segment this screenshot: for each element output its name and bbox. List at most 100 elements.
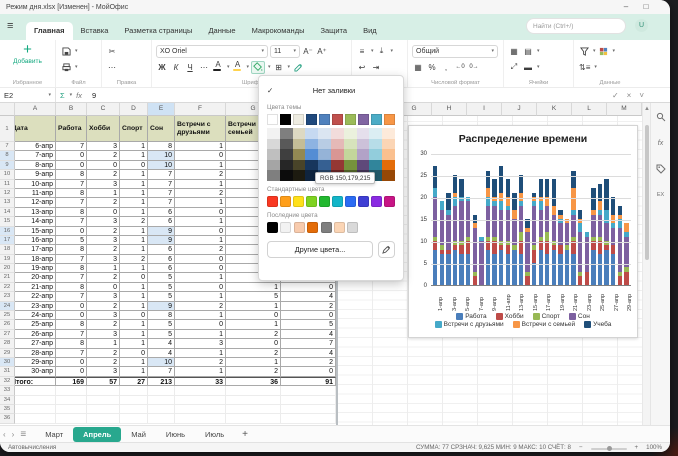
cell[interactable]: 2 bbox=[226, 349, 281, 358]
sheet-tab[interactable]: Апрель bbox=[73, 427, 121, 442]
header-cell[interactable]: Работа bbox=[56, 116, 87, 142]
fill-color-caret-icon[interactable]: ▾ bbox=[268, 64, 271, 70]
tint-swatch[interactable] bbox=[344, 160, 357, 171]
tint-swatch[interactable] bbox=[318, 160, 331, 171]
theme-color-swatch[interactable] bbox=[384, 114, 395, 125]
row-number[interactable]: 36 bbox=[0, 414, 15, 423]
cell[interactable]: 8 bbox=[56, 208, 87, 217]
cell[interactable]: 1 bbox=[120, 264, 148, 273]
cell[interactable]: 1 bbox=[175, 198, 226, 207]
tint-swatch[interactable] bbox=[267, 149, 280, 160]
cell[interactable]: 25-апр bbox=[15, 320, 56, 329]
print-caret-icon[interactable]: ▾ bbox=[75, 64, 78, 70]
no-fill-option[interactable]: ✓ Нет заливки bbox=[267, 82, 395, 99]
cell[interactable]: 5 bbox=[56, 236, 87, 245]
maximize-button[interactable]: □ bbox=[640, 2, 652, 11]
cell[interactable]: 7 bbox=[148, 367, 175, 376]
total-cell[interactable]: 57 bbox=[87, 377, 120, 386]
tint-swatch[interactable] bbox=[382, 149, 395, 160]
cell[interactable]: 7 bbox=[56, 273, 87, 282]
row-number[interactable]: 26 bbox=[0, 320, 15, 329]
standard-color-swatch[interactable] bbox=[293, 196, 304, 207]
decrease-font-icon[interactable]: A⁻ bbox=[302, 45, 314, 58]
tint-swatch[interactable] bbox=[357, 128, 370, 139]
row-number[interactable]: 9 bbox=[0, 161, 15, 170]
theme-color-swatch[interactable] bbox=[280, 114, 291, 125]
zoom-in-icon[interactable]: + bbox=[635, 444, 639, 451]
column-header[interactable]: B bbox=[56, 103, 87, 116]
font-size-select[interactable]: 11▾ bbox=[270, 45, 300, 58]
other-colors-button[interactable]: Другие цвета... bbox=[267, 241, 373, 258]
percent-format-icon[interactable]: % bbox=[426, 61, 438, 74]
menu-tab[interactable]: Защита bbox=[312, 22, 355, 40]
header-cell[interactable]: Встречи сдрузьями bbox=[175, 116, 226, 142]
cell[interactable]: 1 bbox=[175, 367, 226, 376]
cell[interactable]: 2 bbox=[87, 245, 120, 254]
standard-color-swatch[interactable] bbox=[371, 196, 382, 207]
cell[interactable]: 13-апр bbox=[15, 208, 56, 217]
tint-swatch[interactable] bbox=[267, 170, 280, 181]
row-number[interactable]: 28 bbox=[0, 339, 15, 348]
cell[interactable]: 1 bbox=[175, 180, 226, 189]
recent-color-swatch[interactable] bbox=[347, 222, 358, 233]
theme-color-swatch[interactable] bbox=[306, 114, 317, 125]
underline-button[interactable]: Ч bbox=[184, 61, 196, 74]
cell[interactable]: 2 bbox=[175, 302, 226, 311]
cell[interactable]: 24-апр bbox=[15, 311, 56, 320]
cell[interactable] bbox=[120, 414, 148, 423]
row-number[interactable]: 11 bbox=[0, 180, 15, 189]
merge-cells-icon[interactable]: ▦ bbox=[508, 45, 520, 58]
cell[interactable]: 26-апр bbox=[15, 330, 56, 339]
recent-color-swatch[interactable] bbox=[280, 222, 291, 233]
chart[interactable]: Распределение времени 051015202530 1-апр… bbox=[408, 125, 638, 338]
cell[interactable]: 27-апр bbox=[15, 339, 56, 348]
cell[interactable]: 21-апр bbox=[15, 283, 56, 292]
currency-format-icon[interactable]: ▦ bbox=[412, 61, 424, 74]
tint-swatch[interactable] bbox=[280, 160, 293, 171]
column-header[interactable]: D bbox=[120, 103, 148, 116]
theme-color-swatch[interactable] bbox=[358, 114, 369, 125]
cell[interactable]: 7 bbox=[148, 198, 175, 207]
cell[interactable]: 1 bbox=[87, 189, 120, 198]
cell[interactable]: 7 bbox=[56, 198, 87, 207]
row-number[interactable]: 14 bbox=[0, 208, 15, 217]
cell[interactable]: 6 bbox=[148, 217, 175, 226]
column-header[interactable]: A bbox=[15, 103, 56, 116]
cell[interactable]: 1 bbox=[175, 217, 226, 226]
cell[interactable] bbox=[56, 396, 87, 405]
tint-swatch[interactable] bbox=[382, 128, 395, 139]
cell[interactable]: 2 bbox=[175, 358, 226, 367]
cell[interactable]: 2 bbox=[175, 245, 226, 254]
cell[interactable]: 5 bbox=[281, 320, 336, 329]
tint-swatch[interactable] bbox=[267, 139, 280, 150]
column-header[interactable]: H bbox=[432, 103, 467, 116]
cell[interactable]: 7 bbox=[56, 255, 87, 264]
cell[interactable]: 18-апр bbox=[15, 255, 56, 264]
cell[interactable] bbox=[120, 396, 148, 405]
add-sheet-button[interactable]: + bbox=[242, 429, 248, 440]
indent-icon[interactable]: ⇥ bbox=[370, 61, 382, 74]
cell[interactable]: 3 bbox=[175, 339, 226, 348]
decrease-decimal-icon[interactable]: ←0 bbox=[454, 61, 466, 74]
cell[interactable]: 2 bbox=[120, 255, 148, 264]
cell[interactable]: 2 bbox=[87, 320, 120, 329]
cell[interactable]: 2 bbox=[175, 189, 226, 198]
spellcheck-icon[interactable]: ЕХ bbox=[655, 189, 667, 201]
cell[interactable]: 1 bbox=[226, 358, 281, 367]
cell[interactable]: 2 bbox=[281, 358, 336, 367]
next-sheet-icon[interactable]: › bbox=[12, 430, 15, 439]
cell[interactable]: 16-апр bbox=[15, 236, 56, 245]
cell[interactable]: 2 bbox=[87, 349, 120, 358]
cell[interactable] bbox=[175, 396, 226, 405]
cell[interactable]: 1 bbox=[226, 283, 281, 292]
cell[interactable] bbox=[87, 405, 120, 414]
cell[interactable]: 1 bbox=[87, 264, 120, 273]
row-number[interactable]: 29 bbox=[0, 349, 15, 358]
cell[interactable]: 1 bbox=[120, 320, 148, 329]
cell[interactable]: 0 bbox=[56, 358, 87, 367]
cell[interactable]: 5 bbox=[148, 320, 175, 329]
cell[interactable]: 1 bbox=[226, 320, 281, 329]
cell[interactable]: 2 bbox=[87, 273, 120, 282]
tint-swatch[interactable] bbox=[280, 170, 293, 181]
tag-icon[interactable] bbox=[655, 163, 667, 175]
